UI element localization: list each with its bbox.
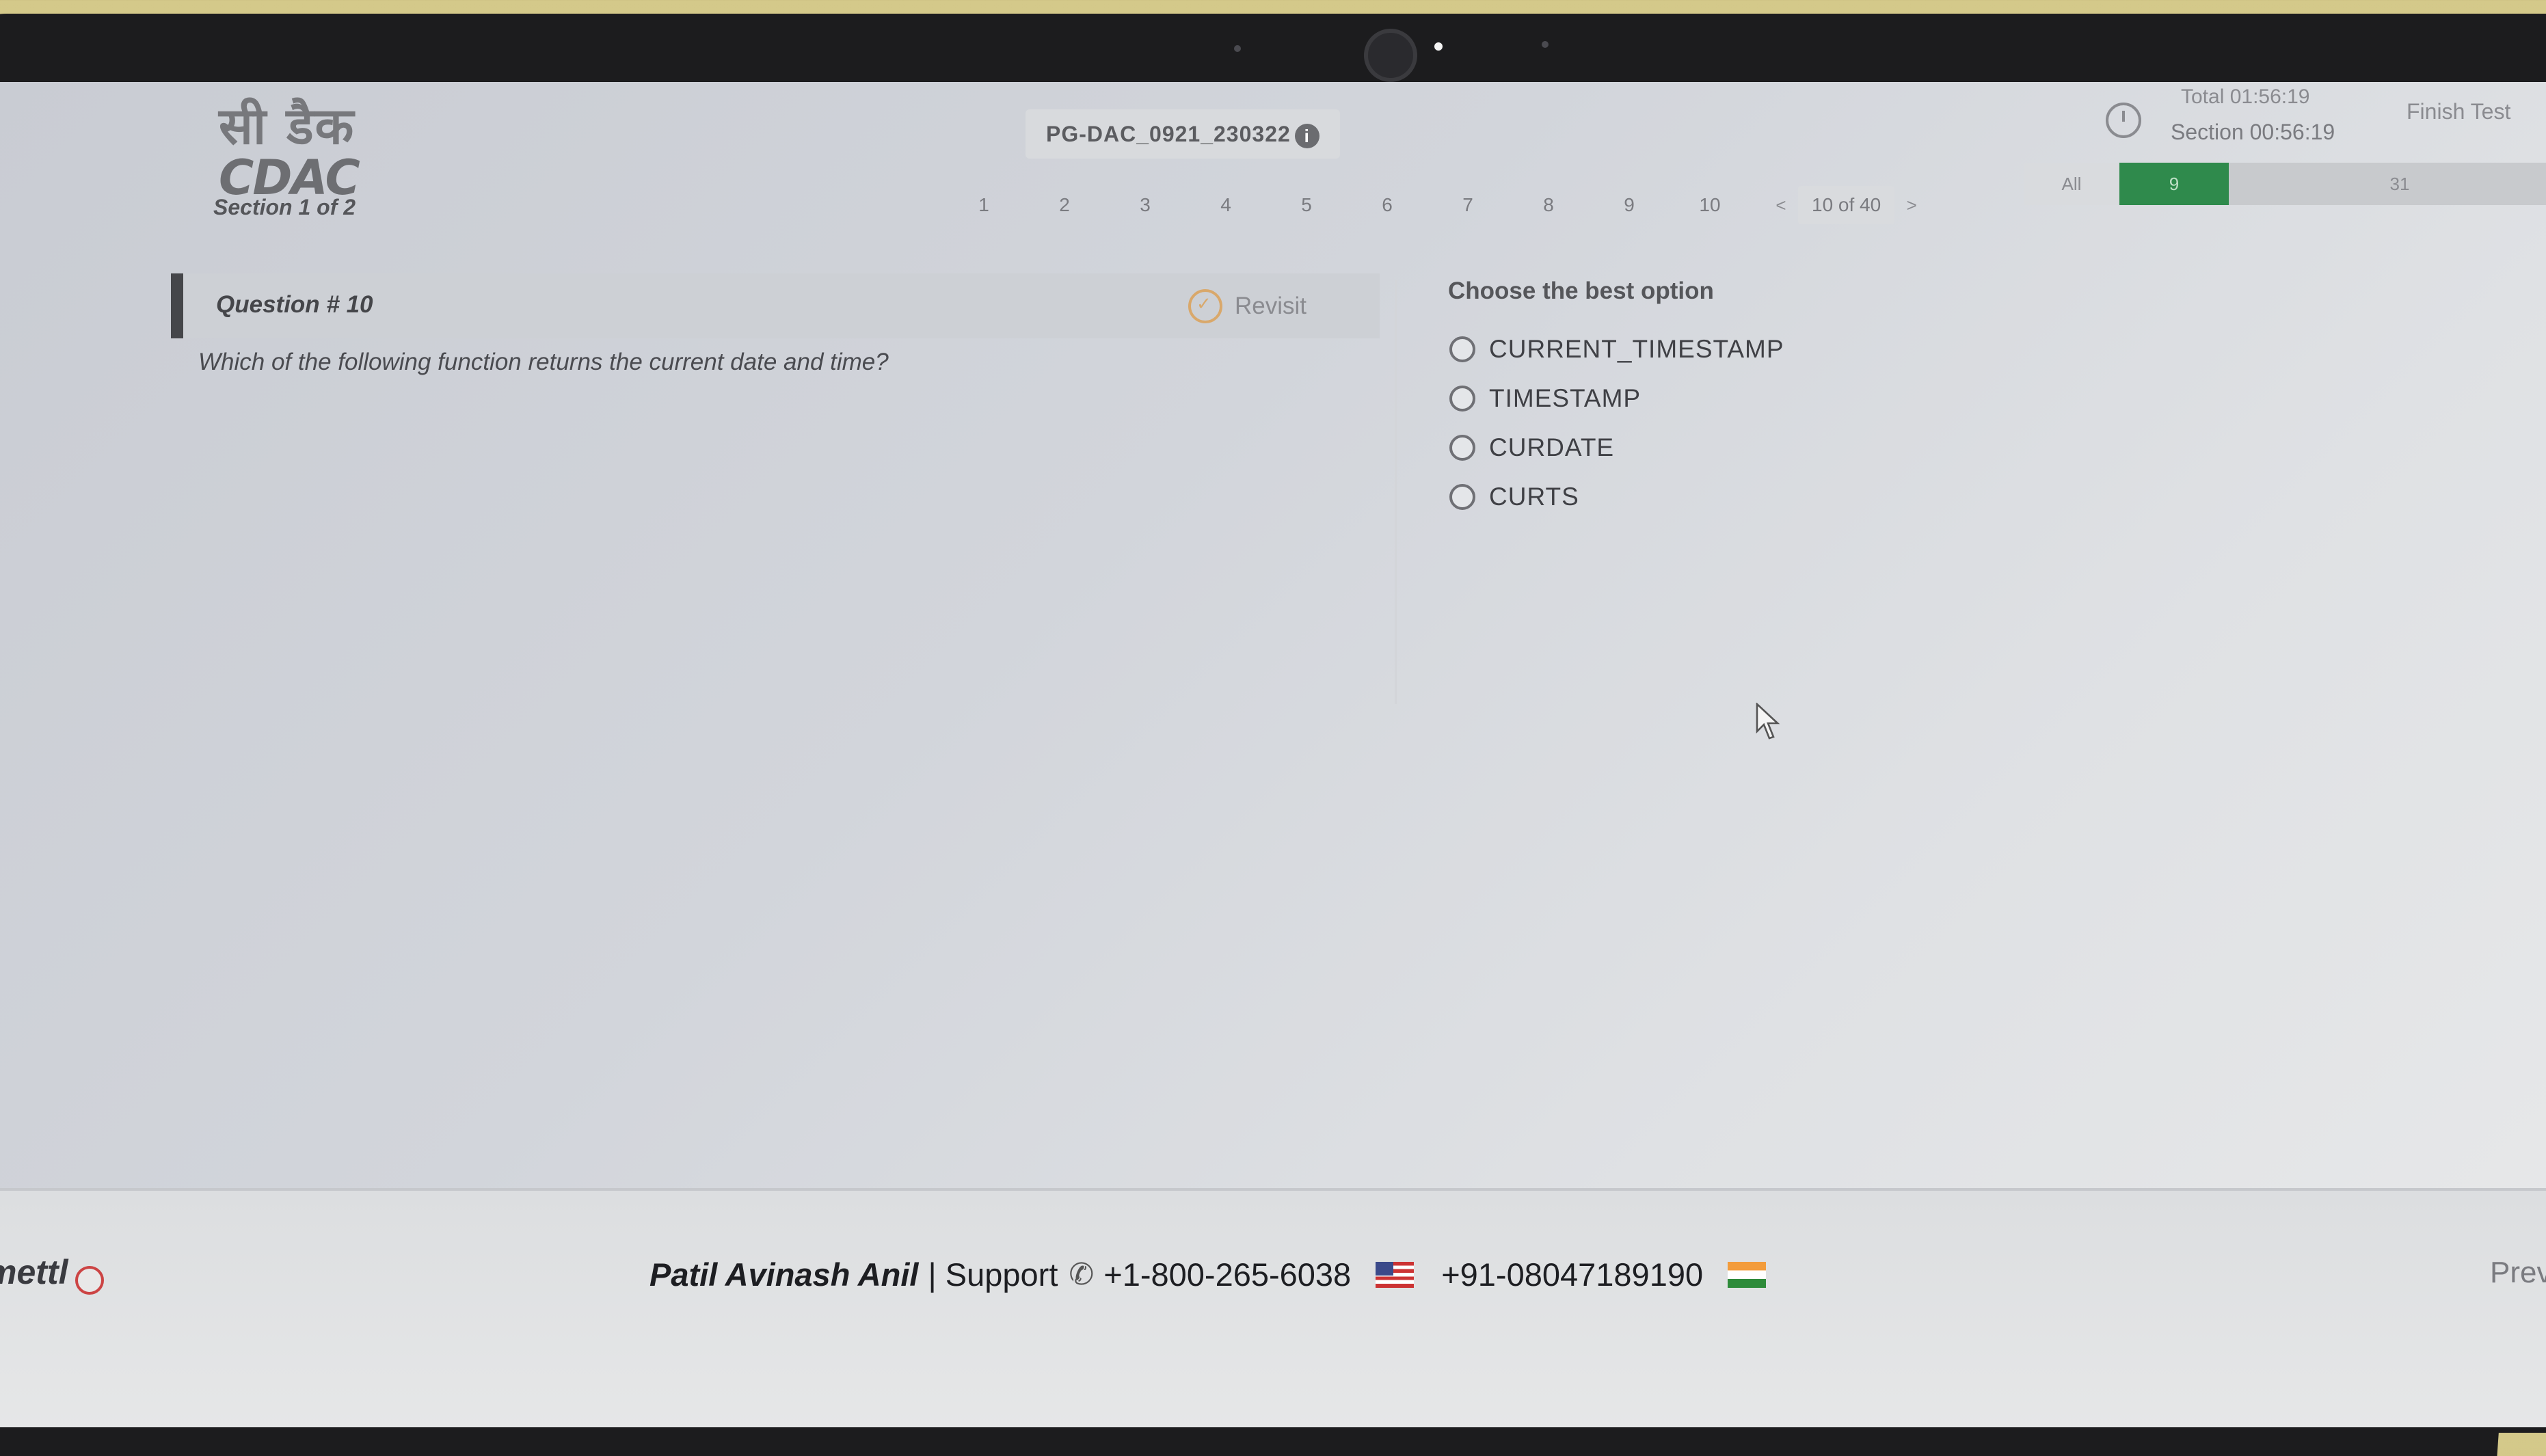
bezel-dot — [1542, 41, 1549, 48]
webcam — [1364, 29, 1417, 82]
clock-icon — [2106, 103, 2141, 138]
mouse-cursor-icon — [1756, 703, 1780, 740]
radio-button[interactable] — [1449, 336, 1475, 362]
question-nav-item[interactable]: 7 — [1428, 194, 1508, 216]
phone-icon: ✆ — [1069, 1258, 1095, 1291]
laptop-bezel-bottom — [0, 1427, 2546, 1433]
mettl-logo: mettl — [0, 1253, 68, 1291]
option-2[interactable]: TIMESTAMP — [1449, 374, 1784, 423]
radio-button[interactable] — [1449, 435, 1475, 461]
question-nav-item[interactable]: 1 — [943, 194, 1024, 216]
candidate-name: Patil Avinash Anil — [649, 1256, 919, 1293]
timer-total: Total 01:56:19 — [2181, 85, 2310, 108]
filter-remaining-count[interactable]: 31 — [2229, 163, 2546, 205]
exam-code: PG-DAC_0921_230322 i — [1026, 109, 1340, 159]
pager-position: 10 of 40 — [1798, 186, 1895, 224]
bezel-dot — [1234, 45, 1241, 52]
revisit-label: Revisit — [1235, 293, 1307, 319]
question-nav-item[interactable]: 8 — [1508, 194, 1589, 216]
radio-button[interactable] — [1449, 484, 1475, 510]
header: सी डैक CDAC Section 1 of 2 PG-DAC_0921_2… — [0, 82, 2546, 239]
question-nav-item[interactable]: 9 — [1589, 194, 1670, 216]
question-text: Which of the following function returns … — [198, 349, 889, 375]
info-icon[interactable]: i — [1294, 123, 1319, 148]
support-label: | Support — [928, 1256, 1058, 1293]
webcam-led — [1434, 42, 1443, 51]
question-navigator: 1 2 3 4 5 6 7 8 9 10 < 10 of 40 > — [943, 185, 1929, 226]
options-list: CURRENT_TIMESTAMP TIMESTAMP CURDATE CURT… — [1449, 325, 1784, 522]
options-heading: Choose the best option — [1448, 278, 1714, 304]
option-label[interactable]: CURTS — [1489, 483, 1579, 511]
us-flag-icon — [1376, 1261, 1415, 1288]
exam-code-text: PG-DAC_0921_230322 — [1046, 122, 1291, 146]
filter-all-button[interactable]: All — [2024, 163, 2119, 205]
question-nav-item-current[interactable]: 10 — [1670, 194, 1750, 216]
question-nav-item[interactable]: 5 — [1266, 194, 1347, 216]
option-3[interactable]: CURDATE — [1449, 423, 1784, 472]
question-nav-item[interactable]: 3 — [1105, 194, 1185, 216]
question-nav-item[interactable]: 4 — [1185, 194, 1266, 216]
option-label[interactable]: CURDATE — [1489, 433, 1614, 462]
phone-us: +1-800-265-6038 — [1103, 1256, 1352, 1293]
option-label[interactable]: TIMESTAMP — [1489, 384, 1641, 413]
revisit-button[interactable]: Revisit — [1188, 286, 1306, 327]
cdac-logo: सी डैक CDAC — [219, 97, 397, 202]
logo-hindi-text: सी डैक — [219, 97, 356, 156]
question-nav-item[interactable]: 6 — [1347, 194, 1428, 216]
pager-prev-button[interactable]: < — [1764, 195, 1798, 216]
previous-button[interactable]: Prev — [2490, 1256, 2546, 1290]
question-header: Question # 10 Revisit — [171, 273, 1380, 338]
pager: < 10 of 40 > — [1764, 186, 1929, 224]
radio-button[interactable] — [1449, 386, 1475, 412]
finish-test-button[interactable]: Finish Test — [2407, 99, 2510, 124]
question-number: Question # 10 — [216, 291, 373, 318]
question-filter-bar: All 9 31 — [2024, 163, 2546, 205]
panel-divider — [1395, 280, 1397, 704]
support-bar: Patil Avinash Anil | Support ✆ +1-800-26… — [649, 1256, 1793, 1293]
footer: mettl Patil Avinash Anil | Support ✆ +1-… — [0, 1188, 2546, 1433]
section-label: Section 1 of 2 — [213, 195, 356, 219]
phone-india: +91-08047189190 — [1441, 1256, 1704, 1293]
option-4[interactable]: CURTS — [1449, 472, 1784, 522]
option-label[interactable]: CURRENT_TIMESTAMP — [1489, 335, 1784, 364]
option-1[interactable]: CURRENT_TIMESTAMP — [1449, 325, 1784, 374]
recording-indicator-icon — [75, 1266, 104, 1295]
question-nav-item[interactable]: 2 — [1024, 194, 1105, 216]
timer-section: Section 00:56:19 — [2171, 120, 2335, 144]
exam-screen: सी डैक CDAC Section 1 of 2 PG-DAC_0921_2… — [0, 82, 2546, 1433]
india-flag-icon — [1728, 1261, 1767, 1288]
revisit-icon — [1188, 289, 1222, 323]
pager-next-button[interactable]: > — [1894, 195, 1929, 216]
filter-answered-count[interactable]: 9 — [2119, 163, 2229, 205]
